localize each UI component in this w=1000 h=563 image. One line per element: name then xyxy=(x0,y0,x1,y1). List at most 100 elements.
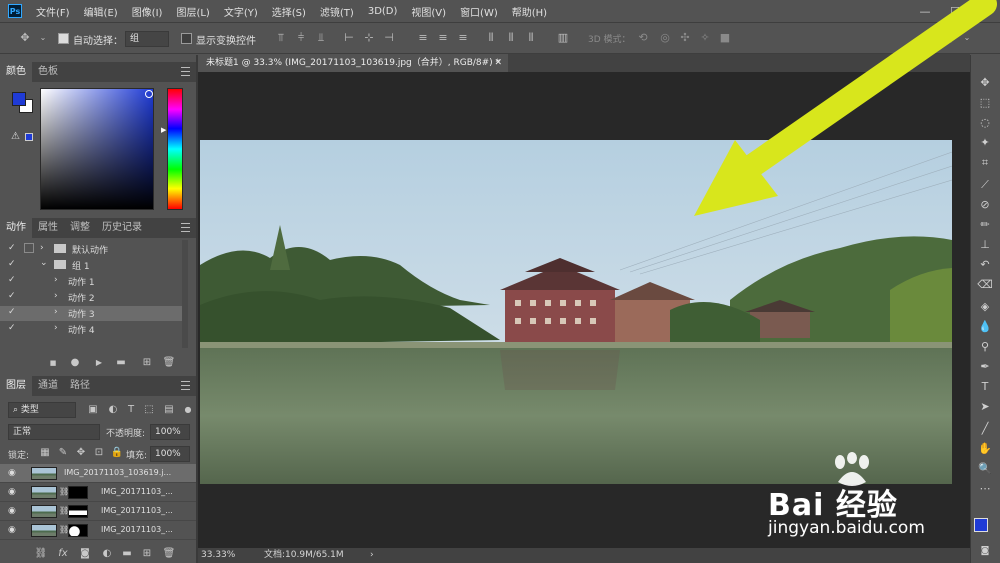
color-picker-ring[interactable] xyxy=(145,90,153,98)
chevron-right-icon[interactable]: › xyxy=(370,548,374,563)
fill-input[interactable]: 100% xyxy=(150,446,190,462)
lock-image-icon[interactable]: ✎ xyxy=(56,447,70,459)
tab-color[interactable]: 颜色 xyxy=(0,62,32,82)
blend-mode-select[interactable]: 正常 xyxy=(8,424,100,440)
adjustment-layer-icon[interactable]: ◐ xyxy=(100,548,114,560)
3d-rotate-icon[interactable]: ⟲ xyxy=(636,31,650,45)
filter-adjustment-icon[interactable]: ◐ xyxy=(106,404,120,416)
new-layer-icon[interactable]: ⊞ xyxy=(140,548,154,560)
action-set-row[interactable]: ✓ ⌄ 组 1 xyxy=(0,258,182,273)
clone-stamp-tool-icon[interactable]: ⊥ xyxy=(975,236,995,254)
action-row[interactable]: ✓ › 动作 2 xyxy=(0,290,182,305)
path-selection-tool-icon[interactable]: ➤ xyxy=(975,398,995,416)
move-tool-icon[interactable]: ✥ xyxy=(18,31,32,45)
layer-row[interactable]: ◉ ⛓ IMG_20171103_... xyxy=(0,521,196,540)
eye-icon[interactable]: ◉ xyxy=(8,526,18,535)
trash-icon[interactable]: 🗑 xyxy=(162,357,176,369)
check-icon[interactable]: ✓ xyxy=(8,243,16,253)
panel-menu-icon[interactable] xyxy=(181,67,190,76)
auto-align-icon[interactable]: ▥ xyxy=(556,31,570,45)
show-transform-checkbox[interactable] xyxy=(181,33,192,44)
lasso-tool-icon[interactable]: ◌ xyxy=(975,114,995,132)
tab-adjustments[interactable]: 调整 xyxy=(64,218,96,238)
distribute-vcenter-icon[interactable]: ≡ xyxy=(436,31,450,45)
layer-mask-thumbnail[interactable] xyxy=(68,505,88,518)
color-field[interactable] xyxy=(40,88,154,210)
chevron-down-icon[interactable]: ⌄ xyxy=(36,31,50,45)
websafe-color-icon[interactable] xyxy=(25,133,33,141)
hand-tool-icon[interactable]: ✋ xyxy=(975,440,995,458)
chevron-down-icon[interactable]: ⌄ xyxy=(40,258,48,268)
new-group-icon[interactable]: ▬ xyxy=(120,548,134,560)
lock-position-icon[interactable]: ✥ xyxy=(74,447,88,459)
layer-mask-thumbnail[interactable] xyxy=(68,486,88,499)
record-icon[interactable]: ● xyxy=(68,357,82,369)
eye-icon[interactable]: ◉ xyxy=(8,507,18,516)
chevron-right-icon[interactable]: › xyxy=(54,291,58,301)
check-icon[interactable]: ✓ xyxy=(8,323,16,333)
line-tool-icon[interactable]: ╱ xyxy=(975,420,995,438)
new-set-icon[interactable]: ▬ xyxy=(114,357,128,369)
menu-window[interactable]: 窗口(W) xyxy=(460,4,498,19)
align-right-icon[interactable]: ⊣ xyxy=(382,31,396,45)
hue-slider[interactable] xyxy=(167,88,183,210)
chevron-right-icon[interactable]: › xyxy=(40,243,44,253)
gamut-warning-icon[interactable]: ⚠ xyxy=(11,131,20,142)
check-icon[interactable]: ✓ xyxy=(8,307,16,317)
menu-help[interactable]: 帮助(H) xyxy=(512,4,547,19)
magic-wand-tool-icon[interactable]: ✦ xyxy=(975,134,995,152)
distribute-top-icon[interactable]: ≡ xyxy=(416,31,430,45)
menu-3d[interactable]: 3D(D) xyxy=(368,6,398,17)
distribute-hcenter-icon[interactable]: ⦀ xyxy=(504,31,518,45)
lock-artboard-icon[interactable]: ⊡ xyxy=(92,447,106,459)
lock-transparent-icon[interactable]: ▦ xyxy=(38,447,52,459)
distribute-left-icon[interactable]: ⦀ xyxy=(484,31,498,45)
layer-row-selected[interactable]: ◉ IMG_20171103_103619.j... xyxy=(0,464,196,483)
layer-name[interactable]: IMG_20171103_... xyxy=(101,487,173,496)
panel-menu-icon[interactable] xyxy=(181,381,190,390)
new-action-icon[interactable]: ⊞ xyxy=(140,357,154,369)
crop-tool-icon[interactable]: ⌗ xyxy=(975,154,995,172)
close-icon[interactable]: ✕ xyxy=(494,54,502,72)
trash-icon[interactable]: 🗑 xyxy=(162,548,176,560)
zoom-level[interactable]: 33.33% xyxy=(201,548,235,563)
lock-all-icon[interactable]: 🔒 xyxy=(110,447,124,459)
layer-row[interactable]: ◉ ⛓ IMG_20171103_... xyxy=(0,483,196,502)
healing-brush-tool-icon[interactable]: ⊘ xyxy=(975,196,995,214)
align-top-icon[interactable]: ⫪ xyxy=(274,31,288,45)
paint-bucket-tool-icon[interactable]: ◈ xyxy=(975,298,995,316)
auto-select-checkbox[interactable] xyxy=(58,33,69,44)
distribute-bottom-icon[interactable]: ≡ xyxy=(456,31,470,45)
eraser-tool-icon[interactable]: ⌫ xyxy=(975,276,995,294)
action-set-row[interactable]: ✓ › 默认动作 xyxy=(0,242,182,257)
type-tool-icon[interactable]: T xyxy=(975,378,995,396)
quick-mask-icon[interactable]: ◙ xyxy=(975,542,995,560)
opacity-input[interactable]: 100% xyxy=(150,424,190,440)
menu-layer[interactable]: 图层(L) xyxy=(176,4,209,19)
3d-roll-icon[interactable]: ◎ xyxy=(658,31,672,45)
link-layers-icon[interactable]: ⛓ xyxy=(34,548,48,560)
brush-tool-icon[interactable]: ✏ xyxy=(975,216,995,234)
menu-filter[interactable]: 滤镜(T) xyxy=(320,4,354,19)
action-row-selected[interactable]: ✓ › 动作 3 xyxy=(0,306,182,321)
check-icon[interactable]: ✓ xyxy=(8,259,16,269)
layer-name[interactable]: IMG_20171103_103619.j... xyxy=(64,468,171,477)
align-hcenter-icon[interactable]: ⊹ xyxy=(362,31,376,45)
menu-file[interactable]: 文件(F) xyxy=(36,4,70,19)
tab-history[interactable]: 历史记录 xyxy=(96,218,148,238)
tab-paths[interactable]: 路径 xyxy=(64,376,96,396)
layer-row[interactable]: ◉ ⛓ IMG_20171103_... xyxy=(0,502,196,521)
move-tool-icon[interactable]: ✥ xyxy=(975,74,995,92)
menu-image[interactable]: 图像(I) xyxy=(132,4,163,19)
eye-icon[interactable]: ◉ xyxy=(8,469,18,478)
eye-icon[interactable]: ◉ xyxy=(8,488,18,497)
action-row[interactable]: ✓ › 动作 4 xyxy=(0,322,182,337)
tab-properties[interactable]: 属性 xyxy=(32,218,64,238)
chevron-right-icon[interactable]: › xyxy=(54,323,58,333)
check-icon[interactable]: ✓ xyxy=(8,275,16,285)
check-icon[interactable]: ✓ xyxy=(8,291,16,301)
pen-tool-icon[interactable]: ✒ xyxy=(975,358,995,376)
tab-channels[interactable]: 通道 xyxy=(32,376,64,396)
eyedropper-tool-icon[interactable]: ⟋ xyxy=(975,176,995,194)
hue-slider-handle-icon[interactable]: ▶ xyxy=(161,126,166,134)
